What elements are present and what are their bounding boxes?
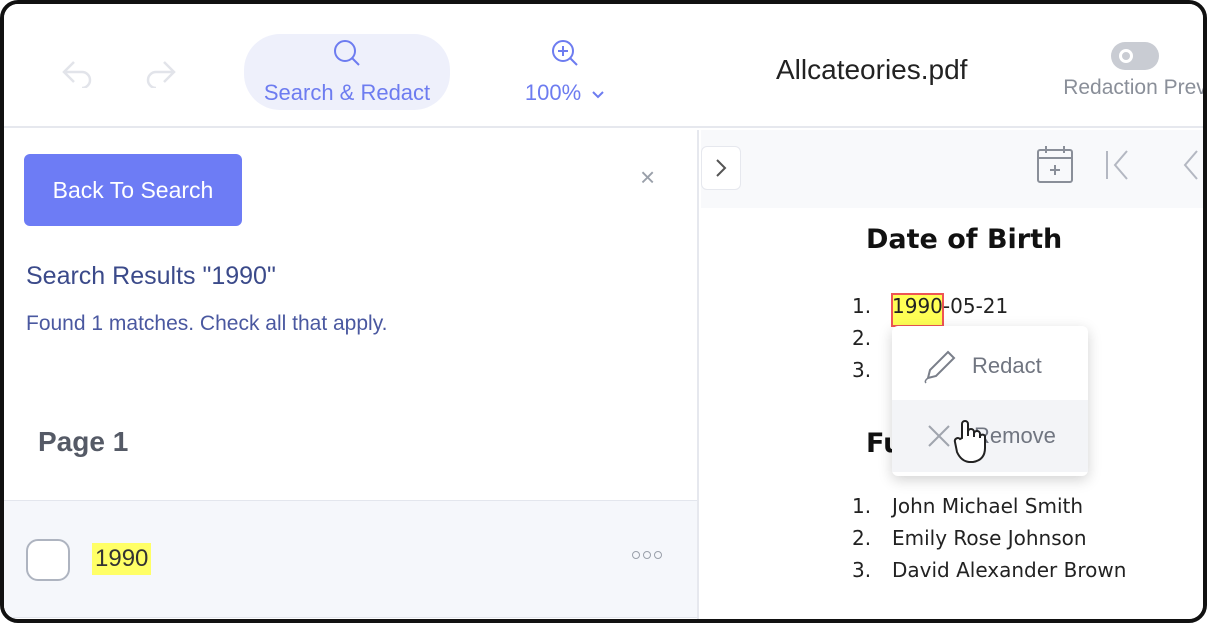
- remove-menu-item[interactable]: Remove: [892, 400, 1088, 472]
- list-item: 3. David Alexander Brown: [852, 558, 1127, 582]
- list-item: 2. Emily Rose Johnson: [852, 526, 1087, 550]
- redact-label: Redact: [972, 353, 1042, 378]
- search-results-summary: Found 1 matches. Check all that apply.: [26, 312, 388, 335]
- viewer-toolbar: [701, 130, 1203, 208]
- page-group-label: Page 1: [38, 426, 129, 457]
- highlighted-match[interactable]: 1990: [891, 293, 944, 327]
- zoom-control[interactable]: 100%: [510, 38, 620, 108]
- calendar-add-icon[interactable]: [1035, 144, 1075, 191]
- expand-panel-button[interactable]: [701, 146, 741, 190]
- redaction-preview-label: Redaction Prev: [1063, 76, 1207, 99]
- list-item: 1. 1990 -05-21: [852, 293, 1008, 327]
- hand-cursor-icon: [952, 418, 986, 469]
- name-list: 1. John Michael Smith 2. Emily Rose John…: [852, 494, 1126, 590]
- first-page-icon[interactable]: [1103, 148, 1133, 187]
- search-icon: [332, 38, 362, 74]
- result-row[interactable]: 1990: [4, 500, 697, 618]
- result-match-text: 1990: [92, 543, 152, 575]
- chevron-right-icon: [716, 159, 727, 177]
- top-toolbar: Search & Redact 100% Allcateories.pdf Re…: [4, 4, 1207, 128]
- app-frame: Search & Redact 100% Allcateories.pdf Re…: [0, 0, 1207, 623]
- redaction-context-menu: Redact Remove: [892, 326, 1088, 476]
- back-to-search-button[interactable]: Back To Search: [24, 154, 242, 226]
- search-results-title: Search Results "1990": [26, 262, 276, 290]
- zoom-value: 100%: [524, 80, 582, 105]
- undo-icon[interactable]: [60, 58, 94, 93]
- chevron-down-icon: [591, 80, 605, 106]
- previous-page-icon[interactable]: [1181, 148, 1201, 187]
- section-heading-dob: Date of Birth: [866, 224, 1063, 255]
- search-redact-tab[interactable]: Search & Redact: [244, 34, 450, 110]
- close-icon[interactable]: ×: [640, 162, 655, 193]
- remove-label: Remove: [974, 423, 1056, 448]
- redo-icon[interactable]: [144, 58, 178, 93]
- file-title: Allcateories.pdf: [776, 54, 968, 85]
- search-tab-label: Search & Redact: [263, 80, 431, 105]
- more-options-icon[interactable]: [632, 551, 662, 559]
- toggle-switch[interactable]: [1111, 42, 1159, 70]
- list-item: 1. John Michael Smith: [852, 494, 1084, 518]
- pen-icon: [922, 348, 972, 384]
- result-checkbox[interactable]: [26, 539, 70, 581]
- redact-menu-item[interactable]: Redact: [892, 330, 1088, 402]
- redaction-preview-toggle[interactable]: Redaction Prev: [1050, 42, 1207, 106]
- zoom-in-icon: [550, 38, 580, 74]
- search-results-panel: Back To Search × Search Results "1990" F…: [4, 130, 699, 619]
